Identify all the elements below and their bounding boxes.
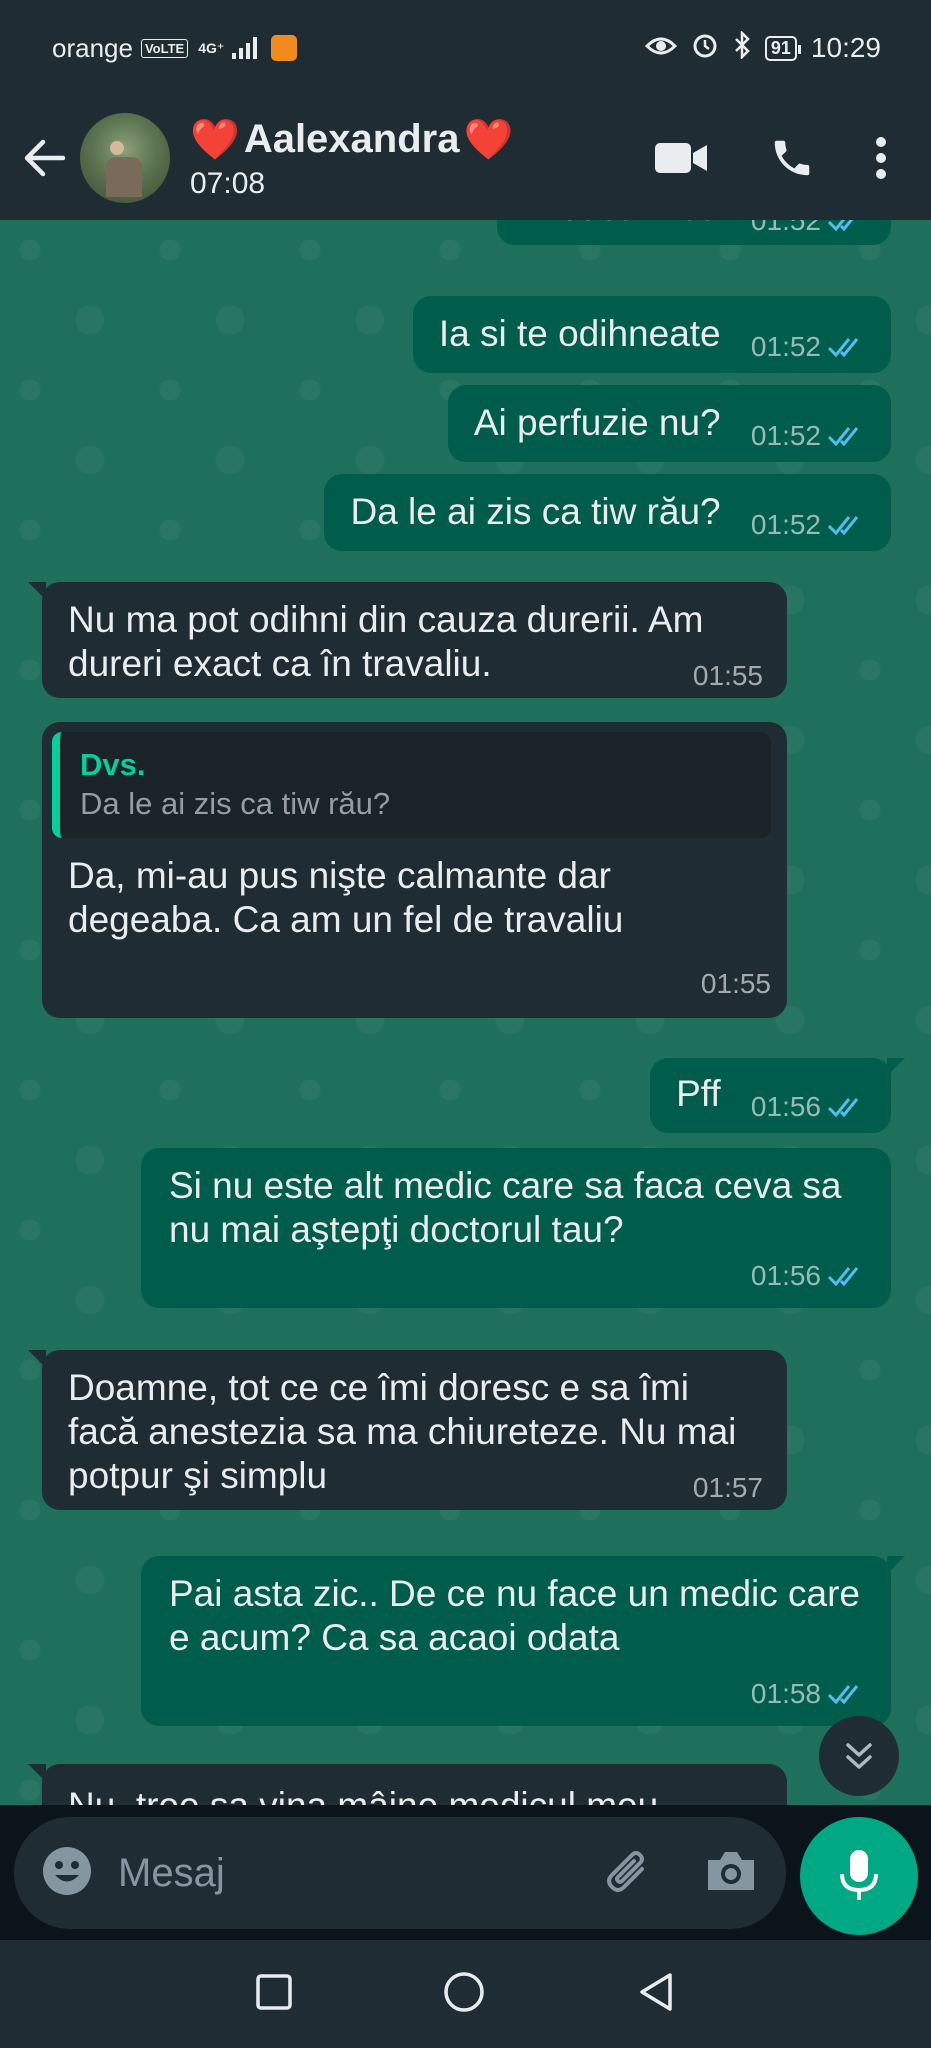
message-text: Pff <box>676 1073 721 1114</box>
message-text: Doamne, tot ce ce îmi doresc e sa îmi fa… <box>68 1367 737 1496</box>
status-left: orange VoLTE 4G⁺ <box>52 32 298 64</box>
message-text: Nu ma pot odihni din cauza durerii. Am d… <box>68 599 704 684</box>
read-ticks-icon <box>827 427 859 447</box>
quote-author: Dvs. <box>80 747 146 782</box>
message-bubble-incoming[interactable]: Nu ma pot odihni din cauza durerii. Am d… <box>28 582 787 698</box>
system-navigation-bar <box>0 1940 931 2048</box>
chat-area[interactable]: Mititica mea 01:52 Ia si te odihneate 01… <box>0 220 931 1805</box>
message-composer <box>14 1817 786 1929</box>
message-text: Ai perfuzie nu? <box>473 402 721 443</box>
composer-actions <box>598 1843 758 1904</box>
message-bubble-incoming[interactable]: Nu, tree sa vina mâine medicul meu <box>28 1764 787 1805</box>
back-nav-button[interactable] <box>636 1971 676 2018</box>
contact-info[interactable]: ❤️ Aalexandra ❤️ 07:08 <box>190 116 513 201</box>
read-ticks-icon <box>827 338 859 358</box>
notification-app-icon <box>271 35 298 61</box>
message-time: 01:52 <box>750 220 821 236</box>
clock: 10:29 <box>810 32 881 63</box>
eye-icon <box>644 32 678 64</box>
read-ticks-icon <box>827 516 859 536</box>
home-button[interactable] <box>442 1970 486 2019</box>
volte-badge: VoLTE <box>140 38 189 58</box>
message-bubble-outgoing[interactable]: Pai asta zic.. De ce nu face un medic ca… <box>141 1556 905 1726</box>
phone-icon <box>774 140 810 176</box>
last-seen: 07:08 <box>190 166 266 200</box>
read-ticks-icon <box>827 220 854 232</box>
attach-button[interactable] <box>598 1843 654 1904</box>
microphone-icon <box>840 1850 878 1900</box>
heart-emoji-left: ❤️ <box>190 117 240 162</box>
emoji-icon <box>43 1846 91 1895</box>
message-text: Si nu este alt medic care sa faca ceva s… <box>169 1165 842 1250</box>
message-time: 01:55 <box>700 968 771 999</box>
bluetooth-icon <box>733 29 751 66</box>
header-actions <box>655 135 887 181</box>
network-type: 4G⁺ <box>198 39 225 56</box>
square-icon <box>256 1973 292 2010</box>
arrow-left-icon <box>24 139 66 177</box>
contact-name-text: Aalexandra <box>243 116 460 161</box>
voice-message-button[interactable] <box>800 1817 918 1935</box>
message-time: 01:52 <box>750 420 821 451</box>
message-bubble-outgoing[interactable]: Mititica mea 01:52 <box>497 220 891 245</box>
circle-icon <box>444 1971 485 2012</box>
message-bubble-outgoing[interactable]: Da le ai zis ca tiw rău? 01:52 <box>324 474 891 551</box>
message-time: 01:57 <box>692 1472 763 1503</box>
message-bubble-outgoing[interactable]: Pff 01:56 <box>650 1058 905 1133</box>
read-ticks-icon <box>827 1685 859 1705</box>
status-right: 91 10:29 <box>644 29 881 66</box>
heart-emoji-right: ❤️ <box>463 117 514 162</box>
chat-header: ❤️ Aalexandra ❤️ 07:08 <box>0 96 931 220</box>
composer-bar <box>0 1805 931 1940</box>
back-button[interactable] <box>14 128 74 188</box>
message-input[interactable] <box>118 1850 538 1896</box>
triangle-back-icon <box>640 1972 672 2011</box>
message-text: Da le ai zis ca tiw rău? <box>350 491 721 532</box>
camera-icon <box>708 1851 754 1890</box>
camera-button[interactable] <box>704 1848 758 1899</box>
paperclip-icon <box>607 1850 644 1892</box>
message-time: 01:56 <box>750 1091 821 1122</box>
message-bubble-outgoing[interactable]: Ai perfuzie nu? 01:52 <box>447 385 891 462</box>
message-bubble-outgoing[interactable]: Si nu este alt medic care sa faca ceva s… <box>141 1148 891 1308</box>
video-camera-icon <box>655 143 707 173</box>
carrier-name: orange <box>52 32 133 63</box>
voice-call-button[interactable] <box>769 135 815 181</box>
recent-apps-button[interactable] <box>255 1973 293 2016</box>
double-chevron-down-icon <box>846 1743 872 1769</box>
more-vertical-icon <box>876 137 886 179</box>
avatar[interactable] <box>80 113 170 203</box>
message-text: Ia si te odihneate <box>438 313 721 354</box>
message-time: 01:58 <box>750 1678 821 1709</box>
status-bar: orange VoLTE 4G⁺ 91 10:29 <box>0 0 931 96</box>
message-text: Da, mi-au pus nişte calmante dar degeaba… <box>68 855 624 940</box>
message-time: 01:55 <box>692 660 763 691</box>
message-time: 01:52 <box>750 331 821 362</box>
video-call-button[interactable] <box>655 141 709 175</box>
read-ticks-icon <box>827 1267 859 1287</box>
message-text: Mititica mea <box>523 220 720 228</box>
message-bubble-incoming[interactable]: Doamne, tot ce ce îmi doresc e sa îmi fa… <box>28 1350 787 1510</box>
emoji-button[interactable] <box>40 1844 94 1903</box>
contact-name: ❤️ Aalexandra ❤️ <box>190 116 513 163</box>
quote-text: Da le ai zis ca tiw rău? <box>80 786 391 821</box>
alarm-icon <box>691 31 719 66</box>
battery-icon: 91 <box>764 35 801 61</box>
read-ticks-icon <box>827 1098 859 1118</box>
message-time: 01:56 <box>750 1260 821 1291</box>
message-text: Nu, tree sa vina mâine medicul meu <box>68 1785 658 1805</box>
quoted-message[interactable]: Dvs. Da le ai zis ca tiw rău? <box>52 732 771 838</box>
scroll-to-bottom-button[interactable] <box>819 1716 899 1796</box>
more-options-button[interactable] <box>875 136 887 180</box>
message-time: 01:52 <box>750 509 821 540</box>
message-bubble-outgoing[interactable]: Ia si te odihneate 01:52 <box>412 296 891 373</box>
signal-icon <box>232 37 258 59</box>
message-bubble-incoming[interactable]: Dvs. Da le ai zis ca tiw rău? Da, mi-au … <box>42 722 787 1018</box>
message-text: Pai asta zic.. De ce nu face un medic ca… <box>169 1573 861 1658</box>
